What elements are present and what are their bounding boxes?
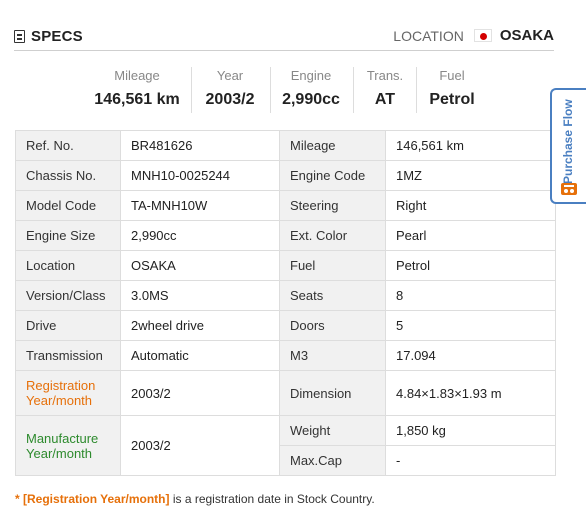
spec-value: 17.094	[385, 340, 556, 371]
summary-label: Fuel	[439, 68, 465, 83]
summary-value: 146,561 km	[94, 91, 180, 108]
divider	[191, 67, 192, 113]
spec-label: Mileage	[279, 130, 386, 161]
summary-label: Trans.	[366, 68, 404, 83]
manufacture-label: Manufacture Year/month	[15, 415, 121, 476]
footnote-highlight: [Registration Year/month]	[23, 492, 170, 506]
spec-value: Right	[385, 190, 556, 221]
spec-label: Drive	[15, 310, 121, 341]
spec-value: Pearl	[385, 220, 556, 251]
spec-value: OSAKA	[120, 250, 280, 281]
specs-header: SPECS LOCATION OSAKA	[14, 24, 554, 51]
spec-label: Ref. No.	[15, 130, 121, 161]
spec-label: Version/Class	[15, 280, 121, 311]
summary-mileage: Mileage 146,561 km	[88, 67, 186, 111]
spec-value: 146,561 km	[385, 130, 556, 161]
spec-label: Doors	[279, 310, 386, 341]
footnote-text: is a registration date in Stock Country.	[169, 492, 375, 506]
table-row: Manufacture Year/month 2003/2 Weight 1,8…	[15, 415, 556, 476]
spec-label: Max.Cap	[279, 445, 386, 476]
location-indicator: LOCATION OSAKA	[393, 27, 554, 44]
location-label: LOCATION	[393, 27, 464, 44]
summary-engine: Engine 2,990cc	[276, 67, 346, 111]
table-row: Version/Class 3.0MS Seats 8	[15, 280, 556, 311]
summary-label: Year	[216, 68, 244, 83]
footnote-star: *	[15, 492, 20, 506]
spec-value: 2,990cc	[120, 220, 280, 251]
spec-value: 2003/2	[120, 415, 280, 476]
divider	[353, 67, 354, 113]
spec-label: Engine Size	[15, 220, 121, 251]
table-row: Transmission Automatic M3 17.094	[15, 340, 556, 371]
spec-value: BR481626	[120, 130, 280, 161]
summary-bar: Mileage 146,561 km Year 2003/2 Engine 2,…	[0, 67, 587, 117]
summary-value: 2,990cc	[282, 91, 340, 108]
table-row: Engine Size 2,990cc Ext. Color Pearl	[15, 220, 556, 251]
divider	[416, 67, 417, 113]
purchase-flow-tab[interactable]: Purchase Flow	[550, 88, 586, 204]
purchase-flow-label: Purchase Flow	[561, 99, 575, 184]
summary-label: Mileage	[114, 68, 160, 83]
summary-value: AT	[374, 91, 396, 108]
summary-trans: Trans. AT	[359, 67, 411, 111]
spec-value: 5	[385, 310, 556, 341]
spec-label: Location	[15, 250, 121, 281]
summary-year: Year 2003/2	[197, 67, 263, 111]
table-row: Registration Year/month 2003/2 Dimension…	[15, 370, 556, 416]
table-row: Model Code TA-MNH10W Steering Right	[15, 190, 556, 221]
japan-flag-icon	[473, 29, 492, 42]
spec-value: Petrol	[385, 250, 556, 281]
spec-label: Steering	[279, 190, 386, 221]
specs-title: SPECS	[14, 28, 83, 45]
cart-icon	[561, 183, 577, 195]
spec-value: 8	[385, 280, 556, 311]
spec-label: Engine Code	[279, 160, 386, 191]
summary-fuel: Fuel Petrol	[420, 67, 484, 111]
spec-value: -	[385, 445, 556, 476]
specs-table: Ref. No. BR481626 Mileage 146,561 km Cha…	[15, 130, 556, 476]
spec-value: TA-MNH10W	[120, 190, 280, 221]
table-row: Chassis No. MNH10-0025244 Engine Code 1M…	[15, 160, 556, 191]
spec-label: Weight	[279, 415, 386, 446]
footnote: * [Registration Year/month] is a registr…	[15, 492, 375, 506]
spec-label: Ext. Color	[279, 220, 386, 251]
table-row: Location OSAKA Fuel Petrol	[15, 250, 556, 281]
spec-label: Dimension	[279, 370, 386, 416]
spec-label: M3	[279, 340, 386, 371]
table-row: Ref. No. BR481626 Mileage 146,561 km	[15, 130, 556, 161]
divider	[270, 67, 271, 113]
spec-label: Transmission	[15, 340, 121, 371]
summary-value: Petrol	[429, 91, 475, 108]
spec-value: 2wheel drive	[120, 310, 280, 341]
spec-label: Model Code	[15, 190, 121, 221]
spec-label: Fuel	[279, 250, 386, 281]
spec-label: Seats	[279, 280, 386, 311]
document-icon	[14, 30, 25, 43]
spec-value: 2003/2	[120, 370, 280, 416]
spec-label: Chassis No.	[15, 160, 121, 191]
spec-value: MNH10-0025244	[120, 160, 280, 191]
spec-value: 4.84×1.83×1.93 m	[385, 370, 556, 416]
spec-value: 1MZ	[385, 160, 556, 191]
table-row: Drive 2wheel drive Doors 5	[15, 310, 556, 341]
location-value: OSAKA	[499, 27, 554, 44]
specs-label: SPECS	[31, 28, 83, 45]
spec-value: 3.0MS	[120, 280, 280, 311]
summary-label: Engine	[290, 68, 332, 83]
summary-value: 2003/2	[205, 91, 255, 108]
spec-value: 1,850 kg	[385, 415, 556, 446]
registration-label: Registration Year/month	[15, 370, 121, 416]
spec-value: Automatic	[120, 340, 280, 371]
